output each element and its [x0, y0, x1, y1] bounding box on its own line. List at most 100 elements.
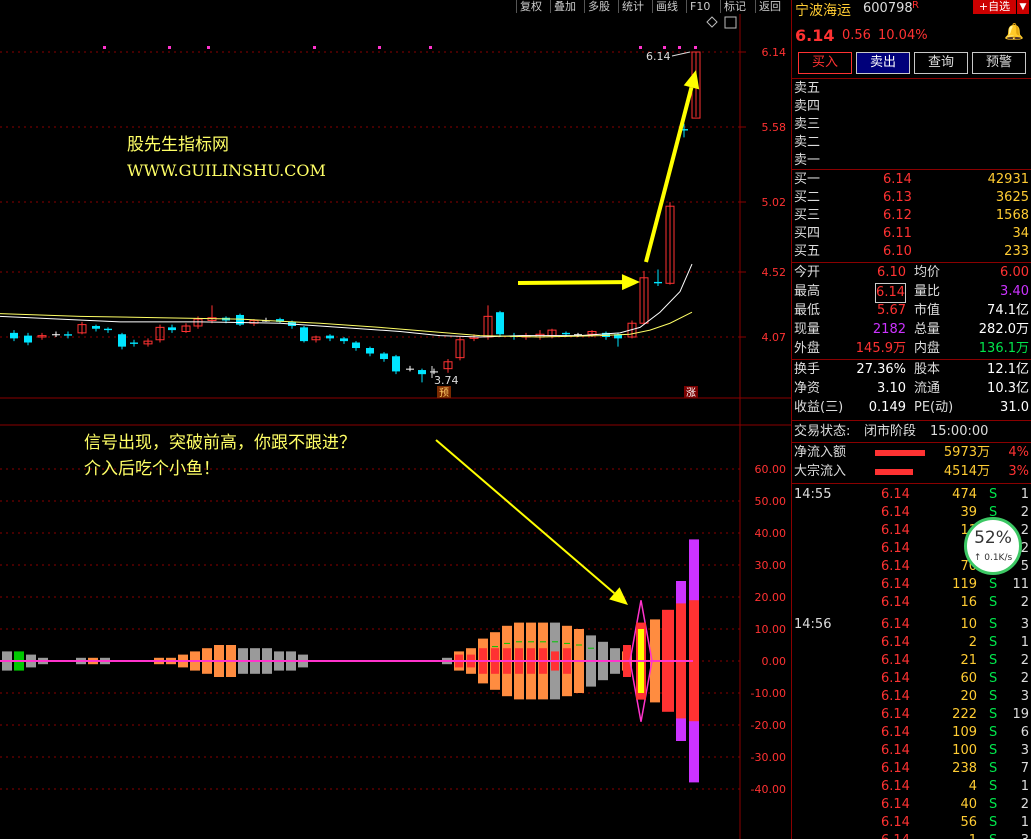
candle-body	[24, 335, 32, 343]
sell-level-row: 卖三	[792, 116, 1031, 134]
osc-axis-label: 10.00	[755, 623, 787, 636]
candle-26	[352, 341, 360, 351]
flow-bar	[875, 469, 913, 475]
tick-count: 11	[1012, 577, 1029, 592]
tick-count: 3	[1020, 689, 1029, 704]
tick-price: 6.14	[881, 595, 910, 610]
candle-2	[37, 332, 47, 340]
candle-7	[104, 327, 112, 333]
separator	[792, 78, 1031, 79]
sell-level-label: 卖四	[794, 99, 821, 114]
tick-price: 6.14	[881, 725, 910, 740]
candle-3	[52, 331, 60, 337]
buy-level-row: 买四 6.11 34	[792, 225, 1031, 243]
quote-stat-row: 净资 3.10 流通 10.3亿	[792, 380, 1031, 398]
dropdown-button[interactable]: ▼	[1017, 0, 1029, 14]
tick-price: 6.14	[881, 635, 910, 650]
tick-side: S	[989, 487, 998, 502]
tick-volume: 1	[969, 832, 977, 839]
top-marker-dot	[378, 46, 381, 49]
sell-level-label: 卖三	[794, 117, 821, 132]
candle-body	[168, 327, 176, 331]
candle-body	[366, 348, 374, 354]
tick-price: 6.14	[881, 797, 910, 812]
arrow-head	[683, 70, 700, 90]
tick-volume: 39	[960, 505, 977, 520]
stat-label: 最高	[794, 284, 821, 299]
tick-price: 6.14	[881, 505, 910, 520]
buy-level-volume: 34	[1012, 226, 1029, 241]
top-marker-dot	[313, 46, 316, 49]
signal-text-1: 信号出现，突破前高，你跟不跟进？	[84, 433, 356, 453]
stat-value: 3.40	[1000, 284, 1029, 299]
tick-volume: 56	[960, 815, 977, 830]
capital-flow-row: 净流入额 5973万 4%	[792, 444, 1031, 462]
candle-31	[418, 368, 426, 383]
candle-body	[300, 327, 308, 342]
buy-level-price: 6.10	[883, 244, 912, 259]
tick-side: S	[989, 832, 997, 839]
tick-count: 5	[1020, 559, 1029, 574]
candle-19	[262, 317, 270, 322]
candle-body	[64, 334, 72, 336]
last-price: 6.14	[795, 26, 835, 45]
trade-button-1[interactable]: 卖出	[856, 52, 910, 74]
kline-chart[interactable]: 6.14 5.58 5.02 4.52 4.07 60.00 50.00 40.00 30.00…	[0, 0, 791, 839]
tick-side: S	[989, 743, 998, 758]
candle-body	[406, 368, 414, 370]
tick-row: 6.14 100 S 3	[792, 742, 1031, 760]
bell-icon[interactable]: 🔔	[1004, 22, 1024, 41]
candle-body	[392, 356, 400, 372]
tick-time: 14:55	[794, 487, 832, 502]
quote-panel: 宁波海运 600798 R +自选 ▼ 6.14 0.56 10.04% 🔔 买入 卖出 查询 预警 卖五…	[791, 0, 1031, 839]
trade-button-3[interactable]: 预警	[972, 52, 1026, 74]
candle-body	[562, 332, 570, 335]
osc-axis-label: 20.00	[755, 591, 787, 604]
tick-count: 2	[1020, 671, 1029, 686]
buy-level-volume: 233	[1004, 244, 1029, 259]
price-axis-label: 6.14	[762, 46, 787, 59]
price-axis-label: 4.52	[762, 266, 787, 279]
candle-body	[380, 353, 388, 360]
tick-row: 6.14 222 S 19	[792, 706, 1031, 724]
arrow-signal	[435, 439, 628, 605]
top-marker-dot	[429, 46, 432, 49]
gauge-pct: 52%	[974, 528, 1012, 548]
tick-price: 6.14	[881, 832, 910, 839]
trade-status-time: 15:00:00	[930, 424, 989, 439]
tick-side: S	[989, 779, 998, 794]
tick-price: 6.14	[881, 653, 910, 668]
tick-row: 6.14 2 S 1	[792, 634, 1031, 652]
candle-9	[130, 339, 138, 347]
trade-button-2[interactable]: 查询	[914, 52, 968, 74]
tick-count: 1	[1020, 815, 1029, 830]
flow-value: 5973万	[943, 445, 990, 460]
quote-stat-row: 外盘 145.9万 内盘 136.1万	[792, 340, 1031, 358]
sell-level-label: 卖一	[794, 153, 821, 168]
stat-value: 74.1亿	[987, 303, 1029, 318]
kline-window: 复权 叠加 多股 统计 画线 F10 标记 返回 6.14 5.58 5.02 4.52 4.07 60…	[0, 0, 1031, 839]
speed-gauge[interactable]: 52% ↑ 0.1K/s	[964, 517, 1022, 575]
candle-34	[455, 337, 465, 361]
candle-body	[340, 338, 348, 342]
tick-count: 7	[1020, 761, 1029, 776]
tick-count: 1	[1020, 635, 1029, 650]
trade-button-0[interactable]: 买入	[798, 52, 852, 74]
stat-label: 量比	[914, 284, 941, 299]
candle-6	[92, 324, 100, 332]
price-change-pct: 10.04%	[878, 28, 928, 43]
candle-0	[10, 330, 18, 342]
add-watchlist-button[interactable]: +自选	[973, 0, 1016, 14]
tick-price: 6.14	[881, 541, 910, 556]
stat-value: 6.00	[1000, 265, 1029, 280]
tick-row: 6.14 238 S 7	[792, 760, 1031, 778]
capital-flow-row: 大宗流入 4514万 3%	[792, 463, 1031, 481]
high-price-label: 6.14	[646, 50, 671, 63]
tick-side: S	[989, 761, 998, 776]
price-change: 0.56	[842, 28, 871, 43]
tick-volume: 119	[952, 577, 977, 592]
candle-body	[352, 342, 360, 349]
marker-zhang: 涨	[686, 387, 696, 399]
stat-label: 内盘	[914, 341, 941, 356]
stat-value: 3.10	[877, 381, 906, 396]
